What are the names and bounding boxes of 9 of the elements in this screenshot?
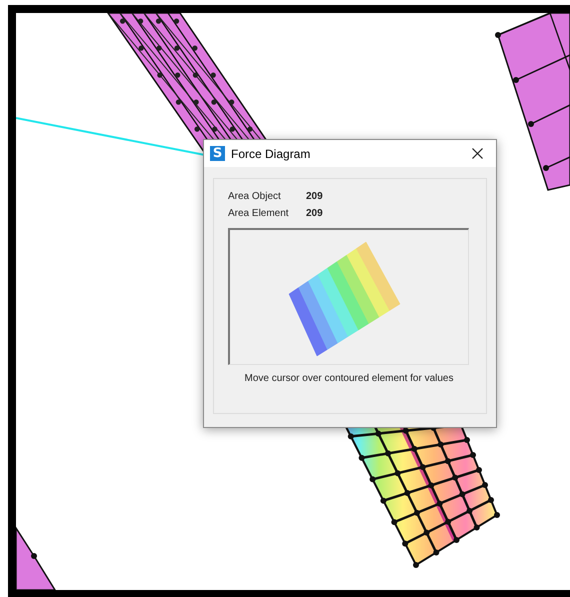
field-value: 209 xyxy=(306,208,323,219)
close-icon xyxy=(472,148,482,159)
field-value: 209 xyxy=(306,191,323,202)
field-label: Area Object xyxy=(228,191,282,202)
hint-text: Move cursor over contoured element for values xyxy=(244,373,454,384)
app-logo: S xyxy=(210,146,225,161)
field-label: Area Element xyxy=(228,208,290,219)
dialog-title: Force Diagram xyxy=(231,146,312,160)
mesh-drawing xyxy=(16,525,56,590)
